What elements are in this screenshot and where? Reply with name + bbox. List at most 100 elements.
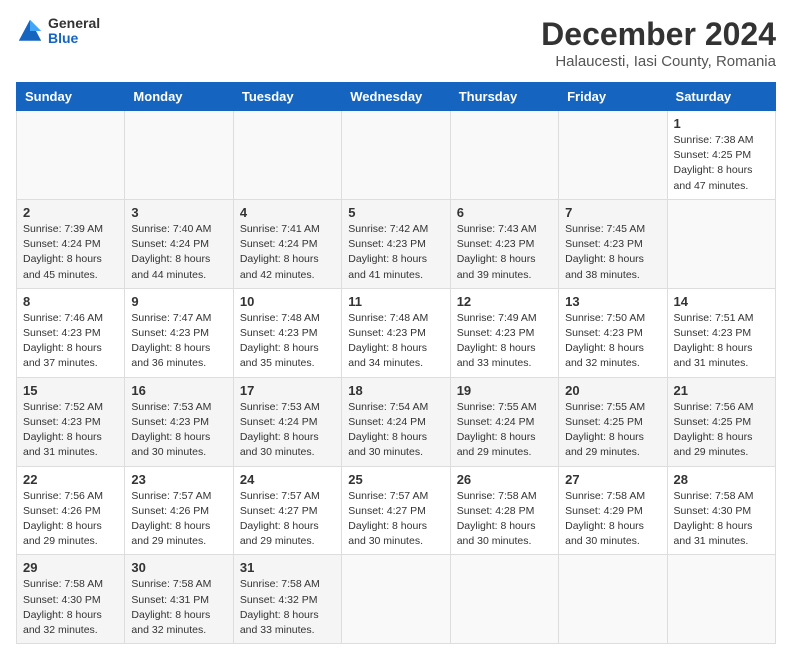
calendar-day-cell xyxy=(559,555,667,644)
calendar-day-cell: 5 Sunrise: 7:42 AMSunset: 4:23 PMDaylight… xyxy=(342,199,450,288)
title-area: December 2024 Halaucesti, Iasi County, R… xyxy=(541,16,776,70)
day-number: 15 xyxy=(23,383,118,398)
calendar-day-cell xyxy=(450,111,558,200)
day-info: Sunrise: 7:39 AMSunset: 4:24 PMDaylight:… xyxy=(23,222,118,283)
day-info: Sunrise: 7:51 AMSunset: 4:23 PMDaylight:… xyxy=(674,311,769,372)
calendar-day-cell xyxy=(450,555,558,644)
day-number: 4 xyxy=(240,205,335,220)
calendar-day-cell: 23Sunrise: 7:57 AMSunset: 4:26 PMDayligh… xyxy=(125,466,233,555)
calendar-day-cell xyxy=(667,555,775,644)
day-info: Sunrise: 7:58 AMSunset: 4:31 PMDaylight:… xyxy=(131,577,226,638)
calendar-day-cell xyxy=(17,111,125,200)
calendar-day-cell xyxy=(342,555,450,644)
day-of-week-header: Wednesday xyxy=(342,83,450,111)
day-info: Sunrise: 7:43 AMSunset: 4:23 PMDaylight:… xyxy=(457,222,552,283)
logo: General Blue xyxy=(16,16,100,47)
day-info: Sunrise: 7:58 AMSunset: 4:29 PMDaylight:… xyxy=(565,489,660,550)
day-number: 23 xyxy=(131,472,226,487)
day-number: 18 xyxy=(348,383,443,398)
day-info: Sunrise: 7:41 AMSunset: 4:24 PMDaylight:… xyxy=(240,222,335,283)
calendar-day-cell: 31Sunrise: 7:58 AMSunset: 4:32 PMDayligh… xyxy=(233,555,341,644)
calendar-day-cell: 24Sunrise: 7:57 AMSunset: 4:27 PMDayligh… xyxy=(233,466,341,555)
day-info: Sunrise: 7:53 AMSunset: 4:23 PMDaylight:… xyxy=(131,400,226,461)
day-number: 1 xyxy=(674,116,769,131)
calendar-day-cell: 12Sunrise: 7:49 AMSunset: 4:23 PMDayligh… xyxy=(450,288,558,377)
day-of-week-header: Tuesday xyxy=(233,83,341,111)
calendar-week-row: 15 Sunrise: 7:52 AMSunset: 4:23 PMDayligh… xyxy=(17,377,776,466)
calendar-day-cell: 18 Sunrise: 7:54 AMSunset: 4:24 PMDayligh… xyxy=(342,377,450,466)
day-info: Sunrise: 7:46 AMSunset: 4:23 PMDaylight:… xyxy=(23,311,118,372)
day-info: Sunrise: 7:54 AMSunset: 4:24 PMDaylight:… xyxy=(348,400,443,461)
calendar-day-cell: 3Sunrise: 7:40 AMSunset: 4:24 PMDaylight… xyxy=(125,199,233,288)
day-number: 20 xyxy=(565,383,660,398)
day-number: 10 xyxy=(240,294,335,309)
calendar-day-cell: 27Sunrise: 7:58 AMSunset: 4:29 PMDayligh… xyxy=(559,466,667,555)
calendar-table: SundayMondayTuesdayWednesdayThursdayFrid… xyxy=(16,82,776,644)
day-number: 29 xyxy=(23,560,118,575)
calendar-header-row: SundayMondayTuesdayWednesdayThursdayFrid… xyxy=(17,83,776,111)
day-number: 5 xyxy=(348,205,443,220)
day-info: Sunrise: 7:58 AMSunset: 4:30 PMDaylight:… xyxy=(23,577,118,638)
day-number: 13 xyxy=(565,294,660,309)
calendar-day-cell: 10 Sunrise: 7:48 AMSunset: 4:23 PMDayligh… xyxy=(233,288,341,377)
logo-blue-text: Blue xyxy=(48,31,100,46)
calendar-day-cell: 1 Sunrise: 7:38 AMSunset: 4:25 PMDaylight… xyxy=(667,111,775,200)
day-info: Sunrise: 7:58 AMSunset: 4:32 PMDaylight:… xyxy=(240,577,335,638)
logo-icon xyxy=(16,17,44,45)
day-info: Sunrise: 7:55 AMSunset: 4:25 PMDaylight:… xyxy=(565,400,660,461)
day-info: Sunrise: 7:58 AMSunset: 4:30 PMDaylight:… xyxy=(674,489,769,550)
calendar-week-row: 1 Sunrise: 7:38 AMSunset: 4:25 PMDaylight… xyxy=(17,111,776,200)
day-of-week-header: Thursday xyxy=(450,83,558,111)
subtitle: Halaucesti, Iasi County, Romania xyxy=(541,53,776,70)
calendar-day-cell: 13 Sunrise: 7:50 AMSunset: 4:23 PMDayligh… xyxy=(559,288,667,377)
calendar-day-cell: 25 Sunrise: 7:57 AMSunset: 4:27 PMDayligh… xyxy=(342,466,450,555)
day-of-week-header: Friday xyxy=(559,83,667,111)
day-number: 14 xyxy=(674,294,769,309)
header: General Blue December 2024 Halaucesti, I… xyxy=(16,16,776,70)
day-number: 26 xyxy=(457,472,552,487)
calendar-day-cell: 26 Sunrise: 7:58 AMSunset: 4:28 PMDayligh… xyxy=(450,466,558,555)
calendar-day-cell: 19 Sunrise: 7:55 AMSunset: 4:24 PMDayligh… xyxy=(450,377,558,466)
day-number: 21 xyxy=(674,383,769,398)
day-info: Sunrise: 7:58 AMSunset: 4:28 PMDaylight:… xyxy=(457,489,552,550)
calendar-week-row: 8 Sunrise: 7:46 AMSunset: 4:23 PMDaylight… xyxy=(17,288,776,377)
day-number: 24 xyxy=(240,472,335,487)
calendar-day-cell: 11 Sunrise: 7:48 AMSunset: 4:23 PMDayligh… xyxy=(342,288,450,377)
day-number: 30 xyxy=(131,560,226,575)
day-number: 25 xyxy=(348,472,443,487)
calendar-week-row: 29 Sunrise: 7:58 AMSunset: 4:30 PMDayligh… xyxy=(17,555,776,644)
calendar-day-cell xyxy=(667,199,775,288)
calendar-day-cell: 15 Sunrise: 7:52 AMSunset: 4:23 PMDayligh… xyxy=(17,377,125,466)
day-info: Sunrise: 7:57 AMSunset: 4:27 PMDaylight:… xyxy=(348,489,443,550)
day-info: Sunrise: 7:40 AMSunset: 4:24 PMDaylight:… xyxy=(131,222,226,283)
day-number: 16 xyxy=(131,383,226,398)
day-info: Sunrise: 7:52 AMSunset: 4:23 PMDaylight:… xyxy=(23,400,118,461)
calendar-day-cell: 6Sunrise: 7:43 AMSunset: 4:23 PMDaylight… xyxy=(450,199,558,288)
day-number: 11 xyxy=(348,294,443,309)
day-info: Sunrise: 7:48 AMSunset: 4:23 PMDaylight:… xyxy=(240,311,335,372)
logo-general-text: General xyxy=(48,16,100,31)
day-number: 22 xyxy=(23,472,118,487)
day-info: Sunrise: 7:48 AMSunset: 4:23 PMDaylight:… xyxy=(348,311,443,372)
day-info: Sunrise: 7:55 AMSunset: 4:24 PMDaylight:… xyxy=(457,400,552,461)
day-number: 19 xyxy=(457,383,552,398)
day-of-week-header: Sunday xyxy=(17,83,125,111)
calendar-day-cell: 17Sunrise: 7:53 AMSunset: 4:24 PMDayligh… xyxy=(233,377,341,466)
day-info: Sunrise: 7:49 AMSunset: 4:23 PMDaylight:… xyxy=(457,311,552,372)
day-of-week-header: Saturday xyxy=(667,83,775,111)
day-info: Sunrise: 7:53 AMSunset: 4:24 PMDaylight:… xyxy=(240,400,335,461)
calendar-day-cell: 9 Sunrise: 7:47 AMSunset: 4:23 PMDaylight… xyxy=(125,288,233,377)
day-info: Sunrise: 7:38 AMSunset: 4:25 PMDaylight:… xyxy=(674,133,769,194)
calendar-day-cell xyxy=(125,111,233,200)
calendar-day-cell: 20 Sunrise: 7:55 AMSunset: 4:25 PMDayligh… xyxy=(559,377,667,466)
day-info: Sunrise: 7:47 AMSunset: 4:23 PMDaylight:… xyxy=(131,311,226,372)
day-info: Sunrise: 7:50 AMSunset: 4:23 PMDaylight:… xyxy=(565,311,660,372)
calendar-day-cell: 4 Sunrise: 7:41 AMSunset: 4:24 PMDaylight… xyxy=(233,199,341,288)
day-number: 8 xyxy=(23,294,118,309)
main-title: December 2024 xyxy=(541,16,776,53)
calendar-day-cell xyxy=(342,111,450,200)
day-info: Sunrise: 7:42 AMSunset: 4:23 PMDaylight:… xyxy=(348,222,443,283)
day-number: 28 xyxy=(674,472,769,487)
day-number: 9 xyxy=(131,294,226,309)
calendar-day-cell: 21Sunrise: 7:56 AMSunset: 4:25 PMDayligh… xyxy=(667,377,775,466)
